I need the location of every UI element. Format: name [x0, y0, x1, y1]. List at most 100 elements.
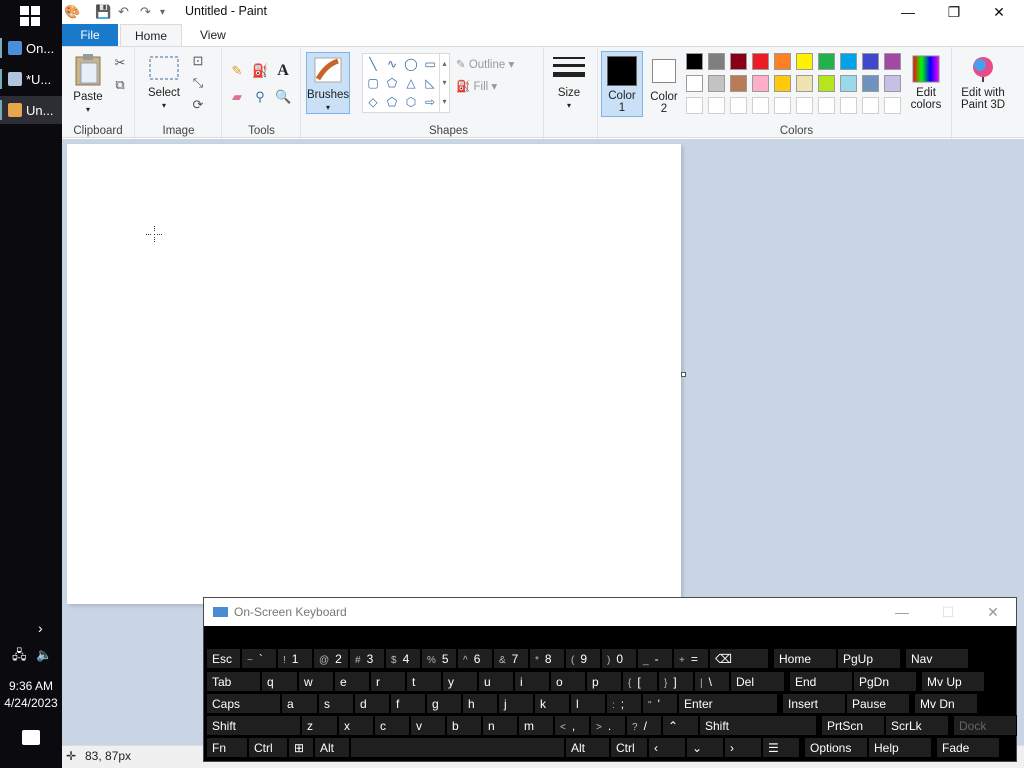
key-symbol[interactable]: ~ `: [241, 648, 277, 669]
key-k[interactable]: k: [534, 693, 570, 714]
save-icon[interactable]: 💾: [95, 4, 111, 20]
key-prtscn[interactable]: PrtScn: [821, 715, 885, 736]
key-2[interactable]: @2: [313, 648, 349, 669]
key-q[interactable]: q: [261, 671, 298, 692]
eraser-icon[interactable]: ▰: [229, 89, 245, 105]
hexagon-shape-icon[interactable]: ⬡: [403, 95, 419, 109]
oval-shape-icon[interactable]: ◯: [403, 57, 419, 71]
key-space[interactable]: [350, 737, 565, 758]
key-8[interactable]: * 8: [529, 648, 565, 669]
volume-icon[interactable]: 🔈: [36, 647, 52, 662]
maximize-button[interactable]: ❐: [931, 0, 977, 24]
key-g[interactable]: g: [426, 693, 462, 714]
key-pgdn[interactable]: PgDn: [853, 671, 917, 692]
key-symbol[interactable]: ⌄: [686, 737, 724, 758]
key-7[interactable]: & 7: [493, 648, 529, 669]
resize-icon[interactable]: ⤡: [190, 75, 206, 91]
key-dock[interactable]: Dock: [953, 715, 1017, 736]
key-t[interactable]: t: [406, 671, 442, 692]
copy-icon[interactable]: ⧉: [112, 77, 128, 93]
key-symbol[interactable]: ›: [724, 737, 762, 758]
pentagon-shape-icon[interactable]: ⬠: [384, 95, 400, 109]
taskbar-item-onscreen-keyboard[interactable]: On...: [0, 34, 62, 62]
key-u[interactable]: u: [478, 671, 514, 692]
curve-shape-icon[interactable]: ∿: [384, 57, 400, 71]
taskbar-item-paint[interactable]: Un...: [0, 96, 62, 124]
action-center-icon[interactable]: [22, 730, 40, 745]
key-x[interactable]: x: [338, 715, 374, 736]
key-alt[interactable]: Alt: [565, 737, 610, 758]
key-a[interactable]: a: [281, 693, 318, 714]
key-symbol[interactable]: ⌃: [662, 715, 699, 736]
key-l[interactable]: l: [570, 693, 606, 714]
outline-button[interactable]: ✎ Outline ▾: [456, 57, 514, 71]
key-symbol[interactable]: ⌫: [709, 648, 769, 669]
key-esc[interactable]: Esc: [206, 648, 241, 669]
key-i[interactable]: i: [514, 671, 550, 692]
key-z[interactable]: z: [301, 715, 338, 736]
color-picker-icon[interactable]: ⚲: [252, 89, 268, 105]
rounded-rectangle-shape-icon[interactable]: ▢: [365, 76, 381, 90]
key-symbol[interactable]: <,: [554, 715, 590, 736]
key-symbol[interactable]: >.: [590, 715, 626, 736]
key-shift[interactable]: Shift: [206, 715, 301, 736]
show-hidden-icons-chevron-icon[interactable]: ›: [38, 620, 43, 636]
key-j[interactable]: j: [498, 693, 534, 714]
key-f[interactable]: f: [390, 693, 426, 714]
key-e[interactable]: e: [334, 671, 370, 692]
cut-icon[interactable]: ✂: [112, 55, 128, 71]
key-scrlk[interactable]: ScrLk: [885, 715, 949, 736]
arrow-shape-icon[interactable]: ⇨: [422, 95, 438, 109]
key-help[interactable]: Help: [868, 737, 932, 758]
clock[interactable]: 9:36 AM 4/24/2023: [0, 678, 62, 712]
key-mv-up[interactable]: Mv Up: [921, 671, 985, 692]
fill-button[interactable]: ⛽ Fill ▾: [456, 79, 497, 93]
osk-maximize-button[interactable]: ☐: [925, 598, 971, 626]
right-triangle-shape-icon[interactable]: ◺: [422, 76, 438, 90]
tab-home[interactable]: Home: [120, 24, 183, 47]
key-r[interactable]: r: [370, 671, 406, 692]
osk-close-button[interactable]: ✕: [970, 598, 1016, 626]
key-symbol[interactable]: :;: [606, 693, 642, 714]
network-icon[interactable]: 🖧: [12, 647, 27, 662]
paint-app-icon[interactable]: 🎨: [64, 4, 80, 20]
key-nav[interactable]: Nav: [905, 648, 969, 669]
key-pause[interactable]: Pause: [846, 693, 910, 714]
key-end[interactable]: End: [789, 671, 853, 692]
polygon-shape-icon[interactable]: ⬠: [384, 76, 400, 90]
size-button[interactable]: Size ▾: [549, 53, 589, 112]
key-tab[interactable]: Tab: [206, 671, 261, 692]
key-ctrl[interactable]: Ctrl: [248, 737, 288, 758]
color1-button[interactable]: Color 1: [601, 51, 643, 117]
key-insert[interactable]: Insert: [782, 693, 846, 714]
key-0[interactable]: ) 0: [601, 648, 637, 669]
key-6[interactable]: ^ 6: [457, 648, 493, 669]
key-home[interactable]: Home: [773, 648, 837, 669]
pencil-icon[interactable]: ✎: [229, 63, 245, 79]
start-button[interactable]: [20, 6, 40, 26]
key-h[interactable]: h: [462, 693, 498, 714]
key-m[interactable]: m: [518, 715, 554, 736]
key-y[interactable]: y: [442, 671, 478, 692]
key-fade[interactable]: Fade: [936, 737, 1000, 758]
key-symbol[interactable]: | \: [694, 671, 730, 692]
key-symbol[interactable]: {[: [622, 671, 658, 692]
key-del[interactable]: Del: [730, 671, 785, 692]
key-s[interactable]: s: [318, 693, 354, 714]
canvas-resize-handle-right[interactable]: [681, 372, 686, 377]
triangle-shape-icon[interactable]: △: [403, 76, 419, 90]
key-symbol[interactable]: ‹: [648, 737, 686, 758]
taskbar-item-notepad[interactable]: *U...: [0, 65, 62, 93]
text-tool-icon[interactable]: A: [275, 63, 291, 79]
crop-icon[interactable]: ⊡: [190, 53, 206, 69]
paste-button[interactable]: Paste ▾: [68, 53, 108, 116]
rectangle-shape-icon[interactable]: ▭: [422, 57, 438, 71]
close-button[interactable]: ✕: [976, 0, 1022, 24]
key-ctrl[interactable]: Ctrl: [610, 737, 648, 758]
redo-icon[interactable]: ↷: [140, 4, 151, 20]
customize-quick-access-icon[interactable]: ▾: [160, 7, 165, 18]
key-n[interactable]: n: [482, 715, 518, 736]
key-3[interactable]: #3: [349, 648, 385, 669]
rotate-icon[interactable]: ⟳: [190, 97, 206, 113]
key-9[interactable]: (9: [565, 648, 601, 669]
